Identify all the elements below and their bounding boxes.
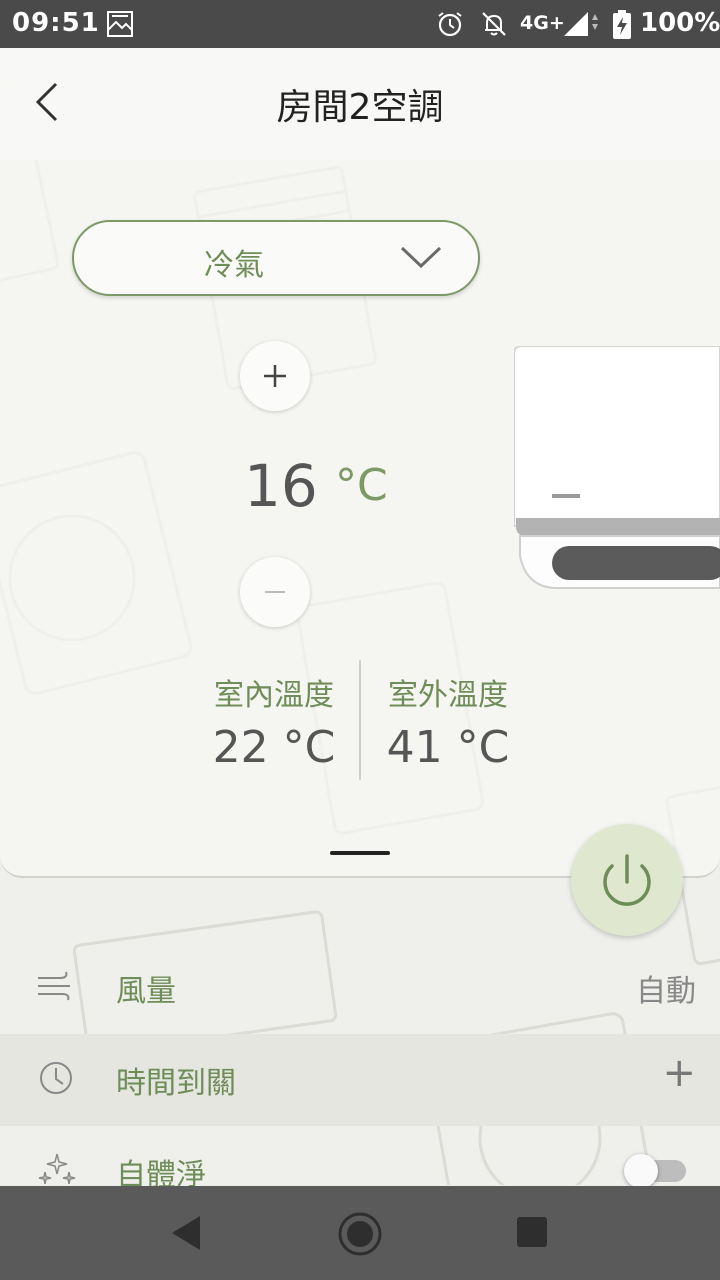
outdoor-temperature: 室外溫度 41 °C bbox=[368, 670, 528, 773]
plus-icon bbox=[264, 365, 286, 387]
clock-icon bbox=[40, 1062, 72, 1094]
notification-image-icon bbox=[107, 11, 133, 37]
self-clean-toggle[interactable] bbox=[624, 1154, 686, 1188]
home-nav-button[interactable] bbox=[337, 1211, 383, 1257]
fan-speed-label: 風量 bbox=[116, 974, 176, 1009]
power-button[interactable] bbox=[571, 824, 683, 936]
mode-dropdown[interactable]: 冷氣 bbox=[72, 220, 480, 296]
status-bar: 09:51 4G+ 100% bbox=[0, 0, 720, 48]
minus-icon bbox=[265, 591, 285, 593]
signal-icon bbox=[564, 12, 598, 36]
temp-decrease-button[interactable] bbox=[240, 557, 310, 627]
recents-nav-button[interactable] bbox=[516, 1216, 548, 1248]
temperature-unit: °C bbox=[335, 460, 388, 511]
drag-handle[interactable] bbox=[330, 851, 390, 855]
wind-icon bbox=[38, 971, 70, 1001]
power-icon bbox=[603, 854, 651, 906]
timer-off-row[interactable]: 時間到關 + bbox=[0, 1034, 720, 1126]
temp-increase-button[interactable] bbox=[240, 341, 310, 411]
mode-selected-value: 冷氣 bbox=[204, 248, 264, 283]
fan-speed-row[interactable]: 風量 自動 bbox=[0, 942, 720, 1034]
bell-off-icon bbox=[482, 12, 506, 36]
air-conditioner-illustration bbox=[513, 345, 720, 590]
env-divider bbox=[359, 660, 361, 780]
app-header: 房間2空調 bbox=[0, 48, 720, 160]
outdoor-temperature-value: 41 °C bbox=[386, 722, 510, 773]
chevron-down-icon bbox=[400, 246, 442, 269]
navigation-bar bbox=[0, 1186, 720, 1280]
timer-off-label: 時間到關 bbox=[116, 1066, 236, 1101]
network-type: 4G+ bbox=[520, 12, 565, 34]
indoor-temperature: 室內溫度 22 °C bbox=[194, 670, 354, 773]
back-nav-button[interactable] bbox=[168, 1214, 204, 1252]
sparkle-icon bbox=[38, 1153, 76, 1185]
outdoor-temperature-label: 室外溫度 bbox=[388, 678, 508, 713]
alarm-icon bbox=[438, 12, 462, 37]
fan-speed-value: 自動 bbox=[636, 974, 696, 1009]
status-time: 09:51 bbox=[12, 8, 100, 38]
indoor-temperature-value: 22 °C bbox=[212, 722, 336, 773]
target-temperature: 16 bbox=[244, 452, 318, 520]
indoor-temperature-label: 室內溫度 bbox=[214, 678, 334, 713]
battery-percentage: 100% bbox=[640, 8, 720, 38]
add-timer-button[interactable]: + bbox=[662, 1050, 696, 1096]
battery-charging-icon bbox=[613, 10, 631, 39]
toggle-knob bbox=[624, 1154, 658, 1188]
page-title: 房間2空調 bbox=[276, 87, 444, 128]
